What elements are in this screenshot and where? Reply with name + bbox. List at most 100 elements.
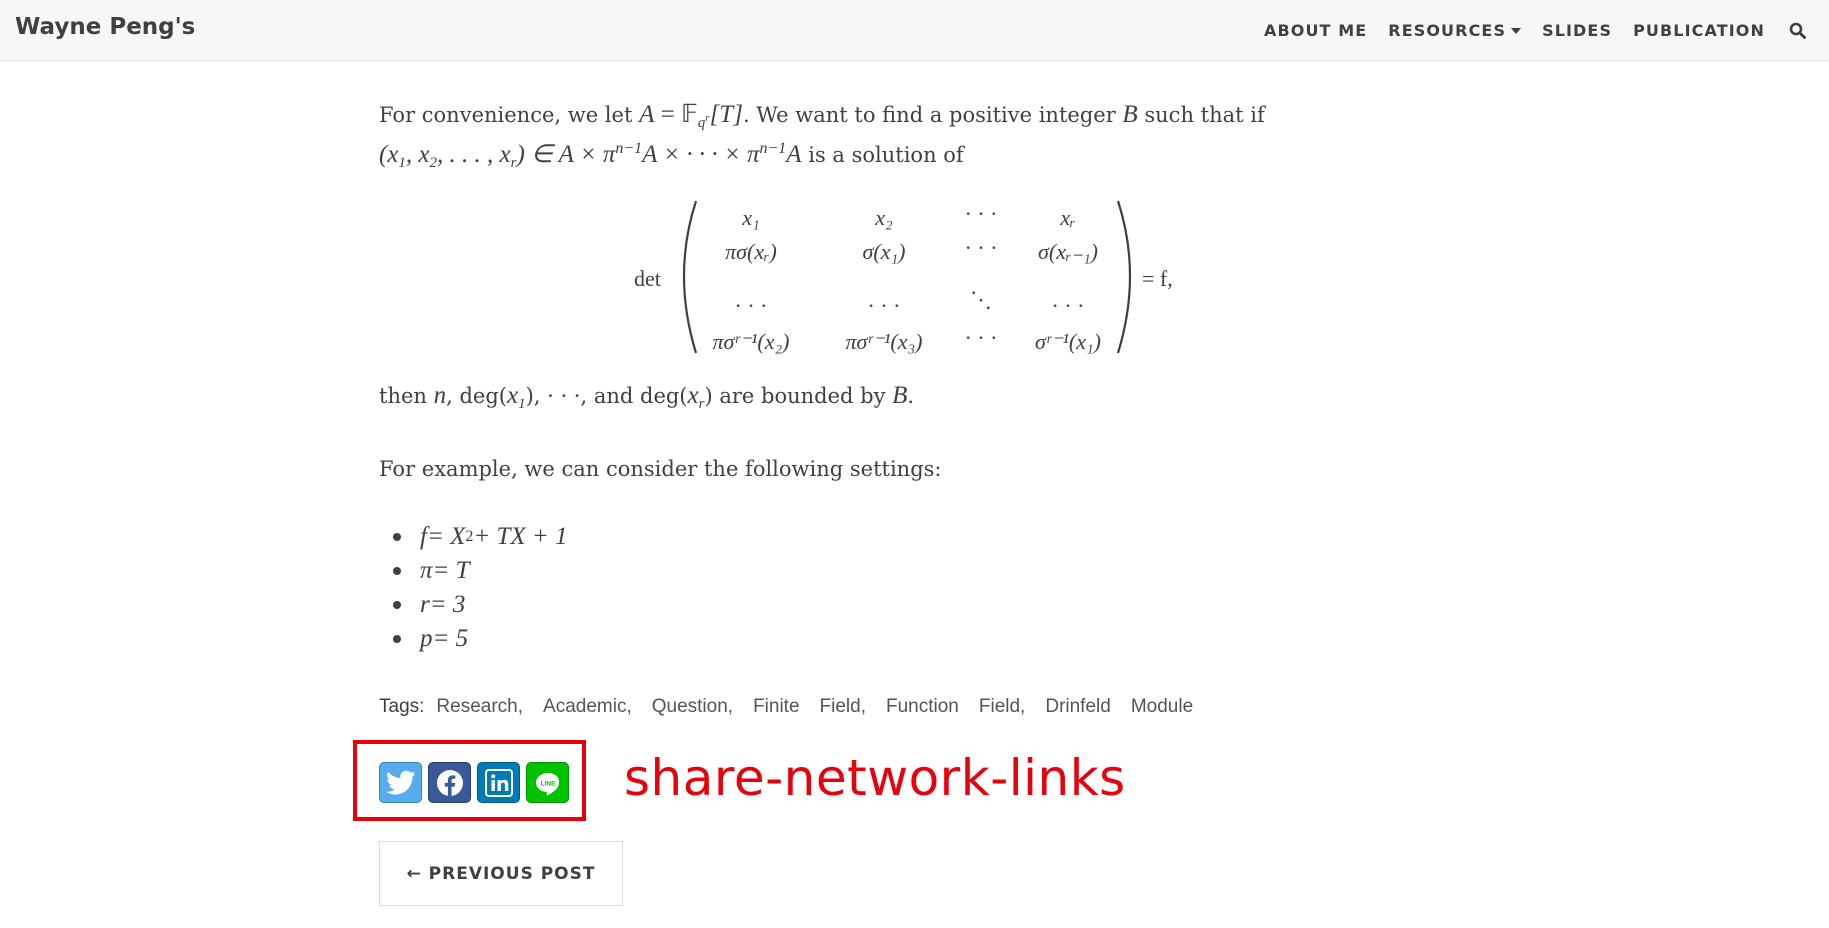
intro-text-4: is a solution of [801,143,964,167]
math-A: A [639,101,655,128]
list-item: r = 3 [393,588,568,622]
math-expr: = T [432,557,470,584]
math-product: ) ∈ A × π [516,141,616,168]
tag-link[interactable]: Field, [979,696,1025,718]
bullet-icon [393,533,401,541]
nav-resources-label: RESOURCES [1388,20,1507,40]
matrix-cell: πσʳ⁻¹(x₃) [845,329,922,354]
matrix-cell: σ(x₁) [863,239,906,264]
matrix-cell: πσ(xᵣ) [725,239,777,264]
math-tuple: , x [405,141,430,168]
math-sub: 2 [429,155,438,171]
tag-link[interactable]: Question, [652,696,733,718]
matrix-cell: · · · [965,235,998,260]
facebook-share-button[interactable] [428,762,471,803]
line-share-button[interactable]: LINE [526,762,569,803]
intro-text-3: such that if [1137,103,1265,127]
nav-slides[interactable]: SLIDES [1542,21,1612,40]
search-icon[interactable] [1787,20,1807,40]
math-sub-q: qr [698,112,710,131]
bound-statement: then n, deg(x1), · · ·, and deg(xr) are … [379,379,914,421]
list-item: f = X2 + TX + 1 [393,520,568,554]
math-var: f [420,523,427,550]
bullet-icon [393,601,401,609]
math-sup: n−1 [615,140,643,157]
twitter-share-button[interactable] [379,762,422,803]
right-paren [1116,200,1132,354]
twitter-icon [385,770,415,794]
math-product: A × · · · × π [642,141,760,168]
matrix-cell: ⋱ [970,287,992,312]
math-var: r [420,591,430,618]
determinant-equation: det x₁ x₂ · · · xᵣ πσ(xᵣ) σ(x₁) · · · σ(… [634,200,1173,354]
matrix-cell: · · · [965,201,998,226]
tag-link[interactable]: Research, [436,696,523,718]
tags-label: Tags: [379,696,425,717]
site-brand[interactable]: Wayne Peng's [15,14,195,40]
text: then [379,384,434,408]
tag-link[interactable]: Module [1131,696,1193,718]
matrix-cell: x₁ [741,205,759,230]
matrix-cell: · · · [965,325,998,350]
text: ), · · ·, and deg( [525,384,688,408]
math-x: x [506,382,519,409]
math-n: n [433,382,447,409]
math-sup: 2 [465,528,474,545]
nav-resources-dropdown[interactable]: RESOURCES [1388,20,1522,40]
bullet-icon [393,635,401,643]
math-var: p [420,625,433,652]
tag-link[interactable]: Function [886,696,959,718]
caret-down-icon [1511,27,1522,34]
tag-link[interactable]: Academic, [543,696,632,718]
matrix-cell: x₂ [874,205,893,230]
previous-post-button[interactable]: ← PREVIOUS POST [379,841,623,906]
facebook-icon [436,769,463,796]
bullet-icon [393,567,401,575]
intro-text: For convenience, we let [379,103,640,127]
math-sup: n−1 [759,140,787,157]
line-icon: LINE [535,772,559,796]
share-network-links: LINE [379,762,575,803]
math-field-F: = 𝔽 [654,101,698,128]
settings-list: f = X2 + TX + 1 π = T r = 3 p = 5 [393,520,568,656]
math-tuple-open: (x [379,141,399,168]
nav-links: ABOUT ME RESOURCES SLIDES PUBLICATION [1243,20,1807,40]
left-paren [682,200,698,354]
share-annotation-label: share-network-links [624,749,1126,807]
matrix-rhs: = f, [1142,266,1173,291]
matrix-cell: xᵣ [1059,205,1075,230]
post-tags: Tags: Research, Academic, Question, Fini… [379,696,1213,718]
det-label: det [634,266,661,291]
math-tuple: , . . . , x [437,141,511,168]
linkedin-share-button[interactable] [477,762,520,803]
example-intro: For example, we can consider the followi… [379,457,942,481]
math-expr: = 3 [429,591,466,618]
tag-link[interactable]: Finite [753,696,799,718]
matrix-cell: · · · [1052,293,1085,318]
svg-text:LINE: LINE [540,780,555,787]
list-item: π = T [393,554,568,588]
nav-about-me[interactable]: ABOUT ME [1264,21,1367,40]
matrix-cell: · · · [735,293,768,318]
matrix-cell: · · · [868,293,901,318]
math-B: B [892,382,908,409]
linkedin-icon [484,768,513,797]
text: , deg( [446,384,507,408]
matrix-cell: σ(xᵣ₋₁) [1038,239,1098,264]
text: . [907,384,915,408]
tag-link[interactable]: Drinfeld [1045,696,1110,718]
math-var: π [420,557,433,584]
math-B: B [1122,101,1138,128]
math-T: [T] [709,101,743,128]
matrix-cell: πσʳ⁻¹(x₂) [712,329,789,354]
math-expr: + TX + 1 [473,523,568,550]
math-sub: 1 [398,155,406,171]
nav-publication[interactable]: PUBLICATION [1633,21,1765,40]
math-product: A [786,141,802,168]
matrix-cell: σʳ⁻¹(x₁) [1035,329,1101,354]
tag-link[interactable]: Field, [820,696,866,718]
math-sub: 1 [518,396,526,412]
list-item: p = 5 [393,622,568,656]
intro-text-2: . We want to find a positive integer [742,103,1123,127]
math-expr: = X [426,523,466,550]
